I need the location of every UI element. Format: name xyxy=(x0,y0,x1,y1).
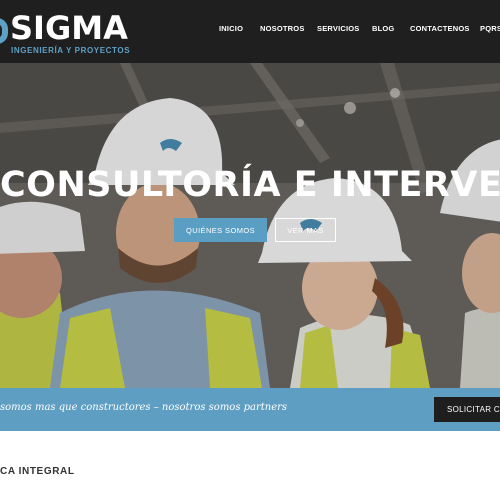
nav-item-blog[interactable]: BLOG xyxy=(372,24,394,33)
solicitar-button[interactable]: SOLICITAR CO xyxy=(434,397,500,422)
site-header: SIGMA INGENIERÍA Y PROYECTOS INICIO NOSO… xyxy=(0,0,500,63)
nav-item-contactenos[interactable]: CONTACTENOS xyxy=(410,24,470,33)
quienes-somos-button[interactable]: QUIÉNES SOMOS xyxy=(174,218,267,242)
nav-item-pqrs[interactable]: PQRS xyxy=(480,24,500,33)
nav-item-servicios[interactable]: SERVICIOS xyxy=(317,24,360,33)
hero-title: CONSULTORÍA E INTERVENTORÍA xyxy=(0,165,500,205)
ver-mas-button[interactable]: VER MAS xyxy=(275,218,336,242)
section-title: CA INTEGRAL xyxy=(0,466,75,477)
main-nav: INICIO NOSOTROS SERVICIOS BLOG CONTACTEN… xyxy=(0,24,500,38)
nav-item-nosotros[interactable]: NOSOTROS xyxy=(260,24,305,33)
banner-text: somos mas que constructores – nosotros s… xyxy=(0,402,288,413)
hero-section: CONSULTORÍA E INTERVENTORÍA QUIÉNES SOMO… xyxy=(0,63,500,388)
cta-banner: somos mas que constructores – nosotros s… xyxy=(0,388,500,431)
logo-tagline: INGENIERÍA Y PROYECTOS xyxy=(11,46,131,55)
nav-item-inicio[interactable]: INICIO xyxy=(219,24,243,33)
